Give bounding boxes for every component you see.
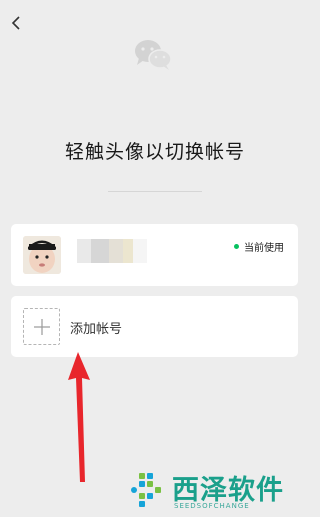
back-button[interactable] [6,12,26,34]
page-title: 轻触头像以切换帐号 [64,141,245,163]
red-arrow-annotation [68,352,90,482]
watermark: 西泽软件 SEEDSOFCHANGE [126,466,310,517]
add-account-box [23,308,60,345]
current-use-label: 当前使用 [244,243,284,254]
avatar [23,236,61,274]
plus-icon [33,318,50,335]
chevron-left-icon [11,16,20,30]
current-use-badge: 当前使用 [234,239,284,254]
watermark-logo-icon [131,473,161,507]
status-dot [234,244,239,249]
account-item-current[interactable]: 当前使用 [11,224,298,286]
divider [108,191,202,192]
add-account-label: 添加帐号 [70,322,123,337]
watermark-subtitle: SEEDSOFCHANGE [174,502,250,510]
account-name-blurred [77,239,157,263]
add-account-button[interactable]: 添加帐号 [11,296,298,357]
wechat-logo-icon [135,40,172,70]
